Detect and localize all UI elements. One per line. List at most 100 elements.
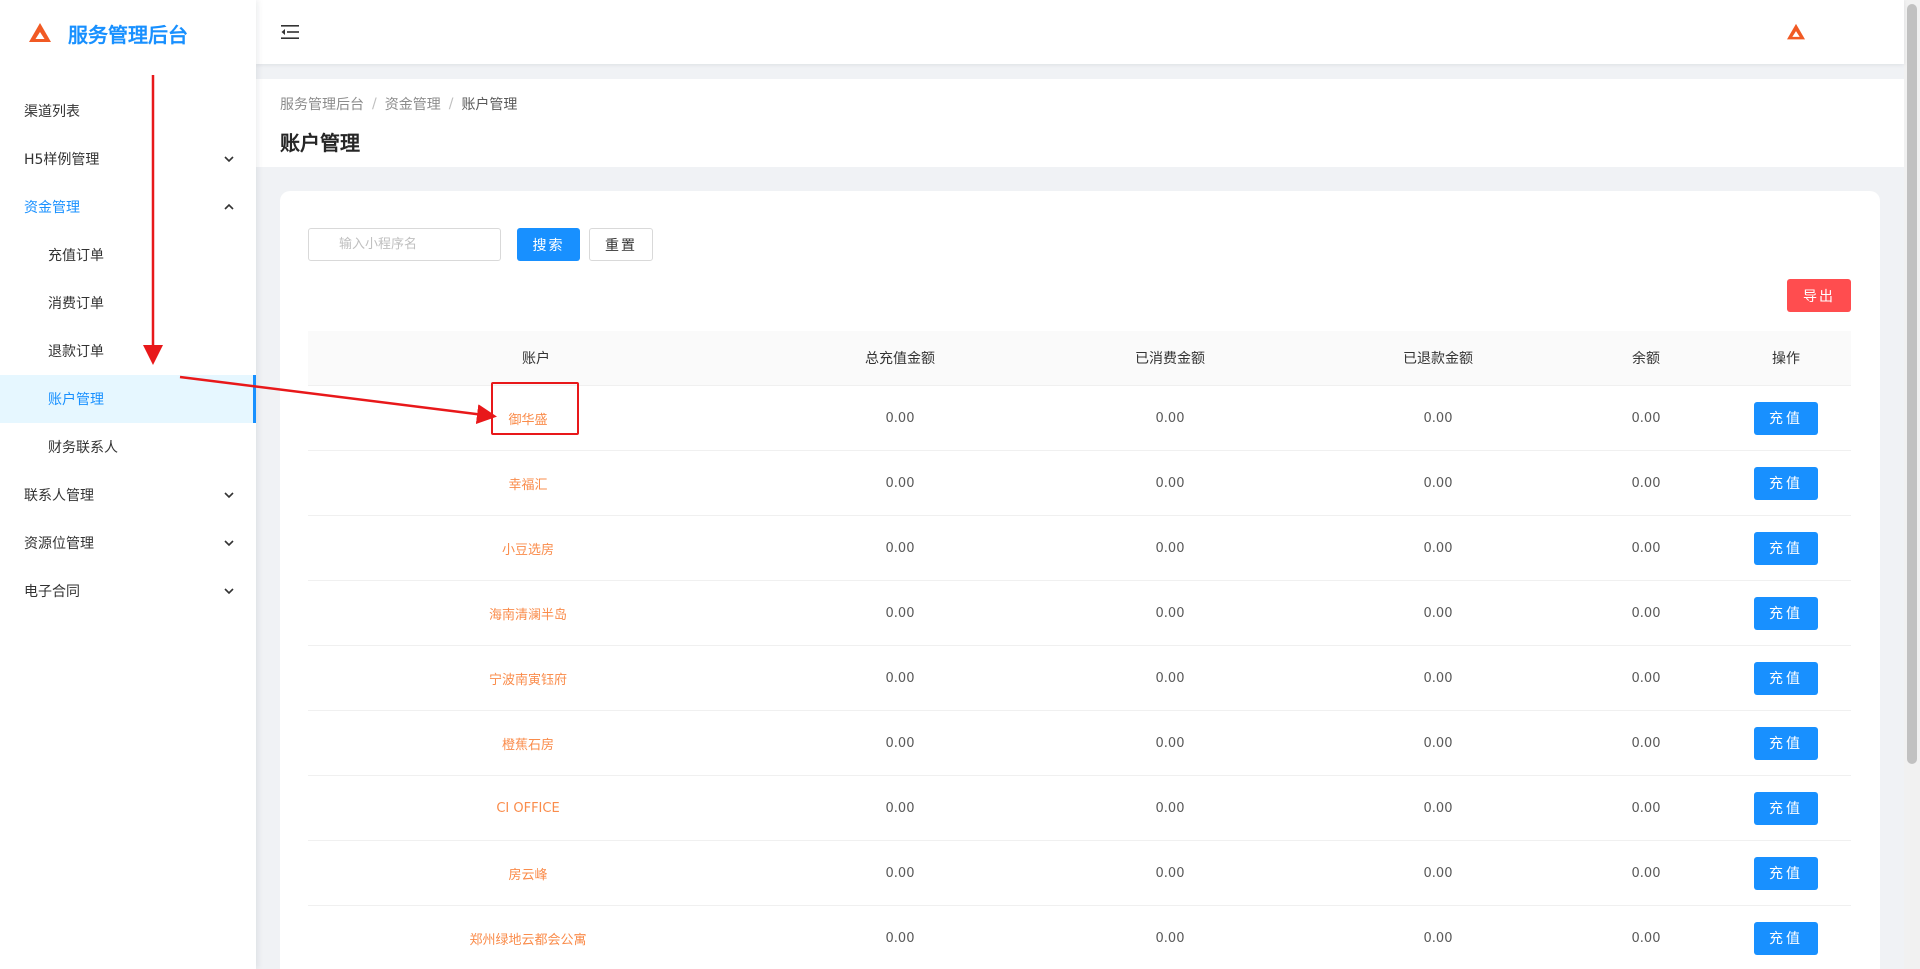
breadcrumb-separator: /: [448, 96, 454, 112]
logo-triangle-icon[interactable]: [1786, 23, 1806, 41]
vertical-scrollbar[interactable]: [1904, 0, 1920, 969]
sidebar-item-account-management[interactable]: 账户管理: [0, 375, 256, 423]
chevron-down-icon: [224, 492, 234, 499]
sidebar-item-resource-slots[interactable]: 资源位管理: [0, 519, 256, 567]
table-row: 御华盛 0.00 0.00 0.00 0.00 充值: [308, 386, 1851, 451]
balance-cell: 0.00: [1631, 735, 1661, 751]
sidebar-item-refund-orders[interactable]: 退款订单: [0, 327, 256, 375]
balance-cell: 0.00: [1631, 930, 1661, 946]
recharge-button[interactable]: 充值: [1754, 856, 1818, 890]
menu-fold-icon[interactable]: [280, 22, 300, 42]
sidebar-item-funds[interactable]: 资金管理: [0, 183, 256, 231]
brand[interactable]: 服务管理后台: [0, 0, 256, 66]
column-header-account: 账户: [522, 351, 550, 367]
top-header: [256, 0, 1904, 64]
account-link[interactable]: 宁波南寅钰府: [489, 669, 567, 688]
breadcrumb-item-funds[interactable]: 资金管理: [385, 94, 441, 114]
brand-title: 服务管理后台: [68, 22, 188, 47]
recharge-button[interactable]: 充值: [1754, 531, 1818, 565]
column-header-total: 总充值金额: [865, 351, 935, 367]
table-row: 小豆选房 0.00 0.00 0.00 0.00 充值: [308, 516, 1851, 581]
breadcrumb: 服务管理后台 / 资金管理 / 账户管理: [280, 93, 1880, 115]
table-row: 海南清澜半岛 0.00 0.00 0.00 0.00 充值: [308, 581, 1851, 646]
table-row: 橙蕉石房 0.00 0.00 0.00 0.00 充值: [308, 711, 1851, 776]
account-link[interactable]: 海南清澜半岛: [489, 604, 567, 623]
page-header: 服务管理后台 / 资金管理 / 账户管理 账户管理: [256, 79, 1904, 167]
account-link[interactable]: 御华盛: [508, 409, 547, 428]
recharge-button[interactable]: 充值: [1754, 661, 1818, 695]
spent-cell: 0.00: [1155, 605, 1185, 621]
refund-cell: 0.00: [1423, 540, 1453, 556]
table-row: 房云峰 0.00 0.00 0.00 0.00 充值: [308, 841, 1851, 906]
balance-cell: 0.00: [1631, 540, 1661, 556]
refund-cell: 0.00: [1423, 410, 1453, 426]
accounts-table: 账户 总充值金额 已消费金额 已退款金额 余额 操作 御华盛 0.00 0.00…: [308, 331, 1851, 969]
logo-triangle-icon: [29, 23, 51, 42]
sidebar-item-contacts[interactable]: 联系人管理: [0, 471, 256, 519]
refund-cell: 0.00: [1423, 670, 1453, 686]
table-row: CI OFFICE 0.00 0.00 0.00 0.00 充值: [308, 776, 1851, 841]
spent-cell: 0.00: [1155, 670, 1185, 686]
sidebar-item-e-contract[interactable]: 电子合同: [0, 567, 256, 615]
refund-cell: 0.00: [1423, 605, 1453, 621]
balance-cell: 0.00: [1631, 670, 1661, 686]
total-cell: 0.00: [885, 540, 915, 556]
sidebar-item-channel-list[interactable]: 渠道列表: [0, 87, 256, 135]
recharge-button[interactable]: 充值: [1754, 726, 1818, 760]
sidebar-item-label: 财务联系人: [48, 440, 118, 456]
sidebar-item-label: 渠道列表: [24, 104, 80, 120]
total-cell: 0.00: [885, 475, 915, 491]
sidebar-item-label: 账户管理: [48, 392, 104, 408]
table-header: 账户 总充值金额 已消费金额 已退款金额 余额 操作: [308, 331, 1851, 386]
breadcrumb-item-current: 账户管理: [461, 97, 518, 113]
chevron-down-icon: [224, 156, 234, 163]
sidebar-item-finance-contacts[interactable]: 财务联系人: [0, 423, 256, 471]
refund-cell: 0.00: [1423, 865, 1453, 881]
search-button[interactable]: 搜索: [517, 228, 580, 261]
sidebar-item-label: 退款订单: [48, 344, 104, 360]
account-link[interactable]: 郑州绿地云都会公寓: [469, 929, 586, 948]
sidebar-item-consume-orders[interactable]: 消费订单: [0, 279, 256, 327]
total-cell: 0.00: [885, 670, 915, 686]
search-input[interactable]: [308, 228, 501, 261]
account-link[interactable]: CI OFFICE: [496, 801, 559, 816]
spent-cell: 0.00: [1155, 410, 1185, 426]
recharge-button[interactable]: 充值: [1754, 596, 1818, 630]
scrollbar-thumb[interactable]: [1907, 4, 1917, 764]
recharge-button[interactable]: 充值: [1754, 466, 1818, 500]
table-row: 宁波南寅钰府 0.00 0.00 0.00 0.00 充值: [308, 646, 1851, 711]
export-button[interactable]: 导出: [1787, 279, 1851, 312]
sidebar-item-label: 资金管理: [24, 200, 80, 216]
spent-cell: 0.00: [1155, 865, 1185, 881]
account-link[interactable]: 房云峰: [508, 864, 547, 883]
account-link[interactable]: 橙蕉石房: [502, 734, 554, 753]
sidebar-item-label: 电子合同: [24, 584, 80, 600]
spent-cell: 0.00: [1155, 800, 1185, 816]
breadcrumb-item-home[interactable]: 服务管理后台: [280, 94, 364, 114]
refund-cell: 0.00: [1423, 735, 1453, 751]
sidebar-item-label: 联系人管理: [24, 488, 94, 504]
sidebar: 服务管理后台 渠道列表 H5样例管理 资金管理 充值订单 消费订单 退款订单 账…: [0, 0, 256, 969]
spent-cell: 0.00: [1155, 930, 1185, 946]
column-header-action: 操作: [1772, 351, 1800, 367]
recharge-button[interactable]: 充值: [1754, 401, 1818, 435]
refund-cell: 0.00: [1423, 930, 1453, 946]
sidebar-item-h5-samples[interactable]: H5样例管理: [0, 135, 256, 183]
table-row: 郑州绿地云都会公寓 0.00 0.00 0.00 0.00 充值: [308, 906, 1851, 969]
recharge-button[interactable]: 充值: [1754, 791, 1818, 825]
account-link[interactable]: 幸福汇: [508, 474, 547, 493]
sidebar-item-label: 充值订单: [48, 248, 104, 264]
account-link[interactable]: 小豆选房: [502, 539, 554, 558]
sidebar-item-recharge-orders[interactable]: 充值订单: [0, 231, 256, 279]
column-header-spent: 已消费金额: [1135, 351, 1205, 367]
column-header-balance: 余额: [1632, 351, 1660, 367]
recharge-button[interactable]: 充值: [1754, 921, 1818, 955]
page-title: 账户管理: [280, 131, 360, 155]
column-header-refund: 已退款金额: [1403, 351, 1473, 367]
table-row: 幸福汇 0.00 0.00 0.00 0.00 充值: [308, 451, 1851, 516]
reset-button[interactable]: 重置: [589, 228, 653, 261]
total-cell: 0.00: [885, 930, 915, 946]
balance-cell: 0.00: [1631, 865, 1661, 881]
sidebar-item-label: 资源位管理: [24, 536, 94, 552]
breadcrumb-separator: /: [372, 96, 377, 112]
